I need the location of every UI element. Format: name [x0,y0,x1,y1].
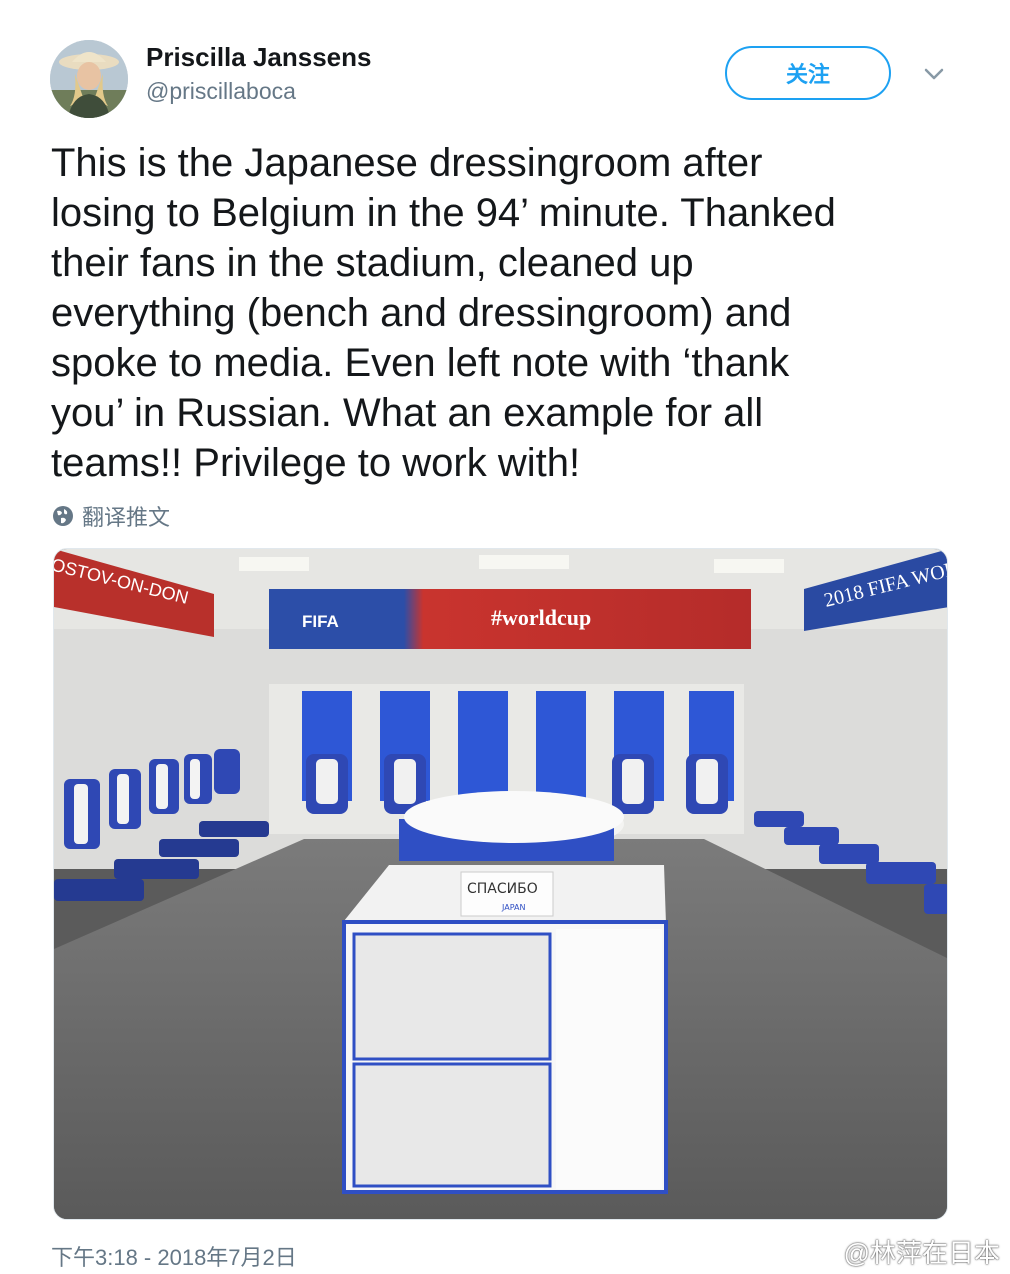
user-handle[interactable]: @priscillaboca [146,78,296,105]
tweet-timestamp[interactable]: 下午3:18 - 2018年7月2日 [51,1240,297,1272]
locker-room-photo: FIFA #worldcup OSTOV-ON-DON 2018 FIFA WO… [54,549,947,1219]
tweet-photo[interactable]: FIFA #worldcup OSTOV-ON-DON 2018 FIFA WO… [53,548,948,1220]
globe-icon [53,506,73,526]
weibo-icon [802,1240,835,1266]
translate-label: 翻译推文 [82,505,171,530]
watermark-text: @林萍在日本 [843,1238,1000,1268]
chevron-down-icon[interactable] [920,62,948,86]
banner-worldcup: #worldcup [491,605,591,630]
follow-button[interactable]: 关注 [725,46,891,100]
note-text: СПАСИБО [467,881,538,897]
weibo-watermark: @林萍在日本 [802,1233,1000,1270]
banner-fifa: FIFA [302,612,339,631]
avatar[interactable] [50,40,128,118]
avatar-image [50,40,128,118]
note-subtext: JAPAN [501,903,525,912]
tweet-text: This is the Japanese dressingroom after … [51,141,836,485]
display-name[interactable]: Priscilla Janssens [146,42,371,73]
translate-tweet-link[interactable]: 翻译推文 [52,501,170,531]
